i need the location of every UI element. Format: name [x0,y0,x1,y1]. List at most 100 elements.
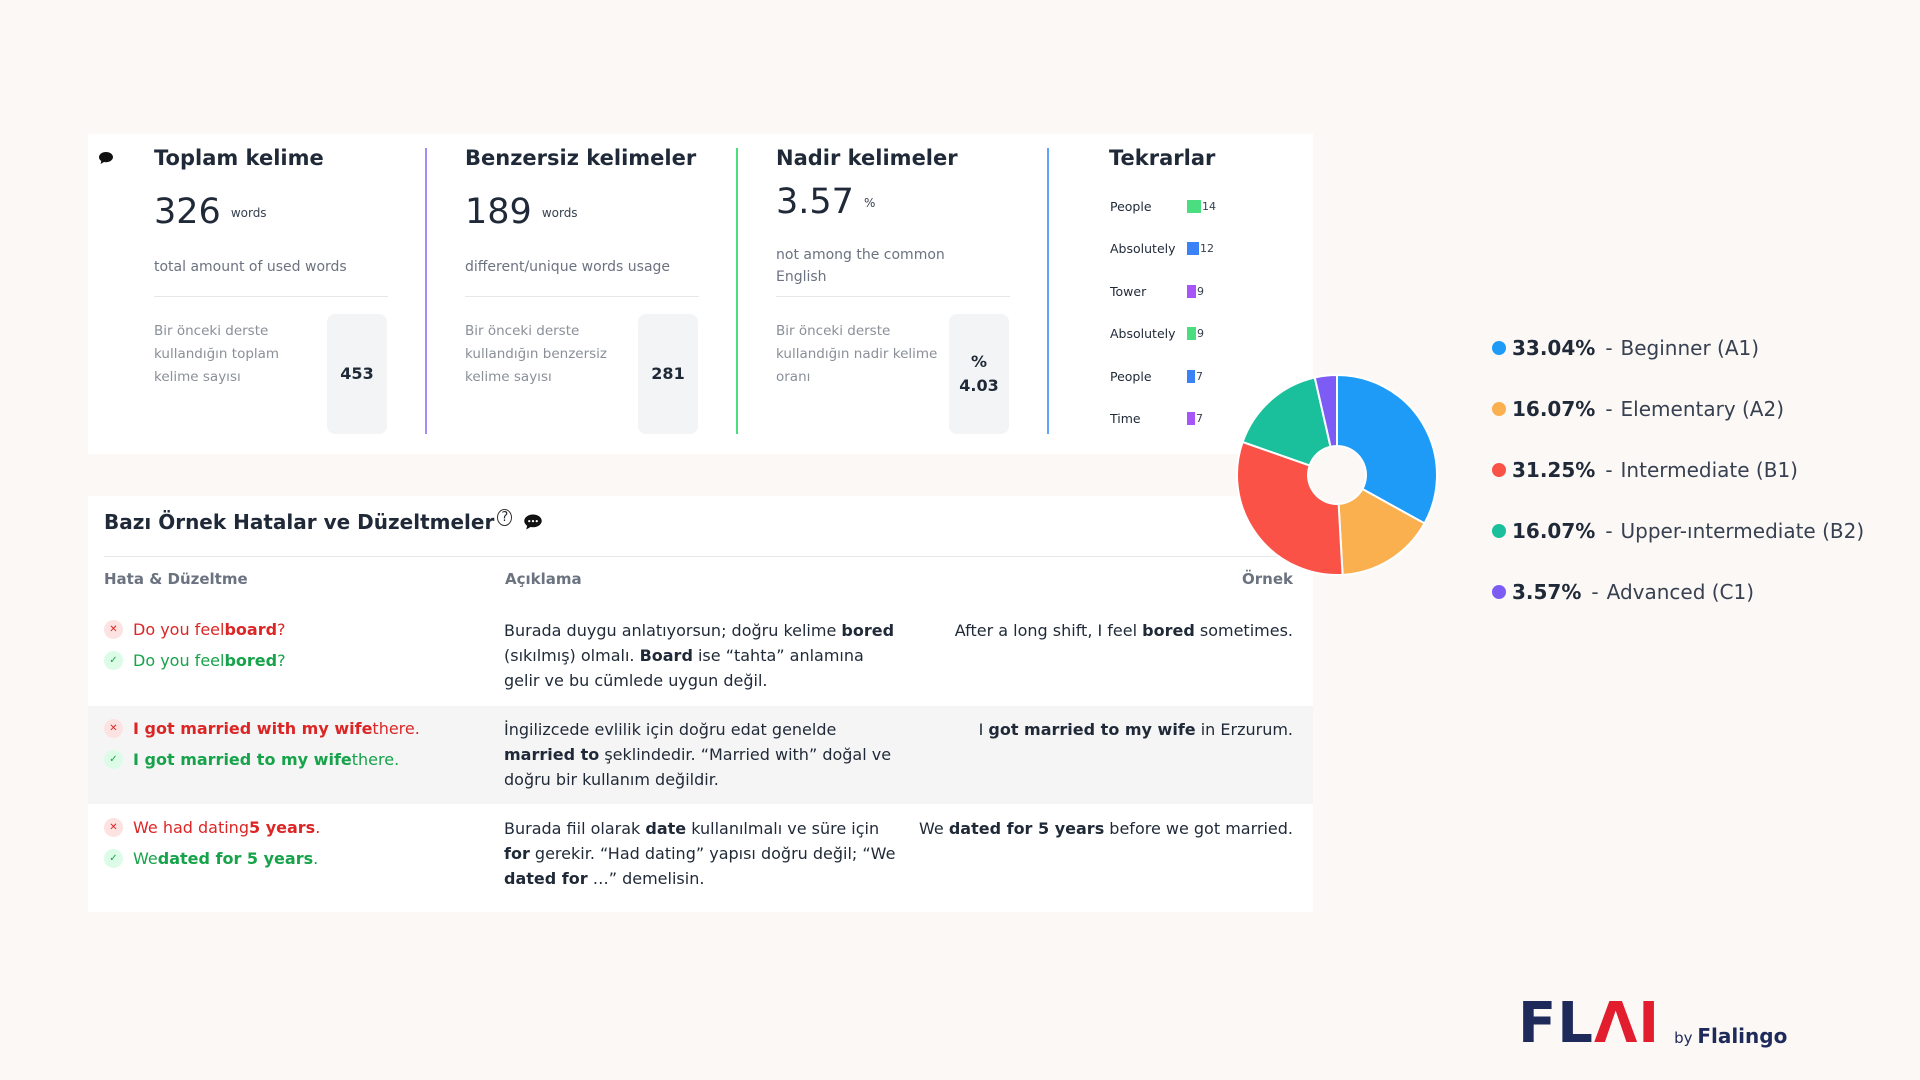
text-segment: Burada fiil olarak [504,819,646,838]
legend-label: Elementary (A2) [1620,397,1785,421]
legend-item: 33.04% - Beginner (A1) [1492,334,1759,362]
logo-byline: by Flalingo [1674,1024,1787,1048]
total-words-prev-value: 453 [340,364,374,383]
text-segment: Burada duygu anlatıyorsun; doğru kelime [504,621,842,640]
legend-dot [1492,341,1506,355]
legend-separator: - [1605,397,1613,421]
text-segment: Do you feel [133,619,225,639]
total-words-title: Toplam kelime [154,146,324,170]
unique-words-title: Benzersiz kelimeler [465,146,697,170]
legend-label: Beginner (A1) [1620,336,1760,360]
total-words-panel: Toplam kelime 326 words total amount of u… [154,134,398,454]
rare-words-number: 3.57 [776,182,854,222]
text-segment: married to [504,745,600,764]
repetition-bar [1187,284,1196,298]
rare-words-prev-label: Bir önceki derste kullandığın nadir keli… [776,323,938,385]
example-sentence: We dated for 5 years before we got marri… [913,816,1293,841]
repetition-word: People [1110,368,1152,384]
legend-label: Intermediate (B1) [1620,458,1798,482]
rare-words-unit: % [863,196,876,210]
text-segment: We [919,819,949,838]
rare-words-desc: not among the common English [776,247,945,285]
logo-brand: Flalingo [1697,1024,1788,1048]
logo-mark-lambda: Λ [1593,991,1639,1056]
unique-words-desc: different/unique words usage [465,259,671,275]
legend-dot [1492,463,1506,477]
unique-words-prev-box: 281 [638,314,698,434]
correct-sentence: ✓ I got married to my wife there. [104,748,399,770]
rare-words-panel: Nadir kelimeler 3.57% not among the comm… [776,134,1020,454]
table-row: ✕ We had dating 5 years. ✓ We dated for 5 y… [88,805,1313,903]
correct-sentence: ✓ We dated for 5 years. [104,847,318,869]
legend-item: 16.07% - Elementary (A2) [1492,395,1784,423]
text-segment: gerekir. “Had dating” yapısı doğru değil… [529,844,896,863]
text-segment: sometimes. [1194,621,1293,640]
repetitions-title: Tekrarlar [1109,146,1216,170]
check-icon: ✓ [104,650,123,670]
repetition-item: People 7 [1110,367,1203,385]
text-segment: ? [277,650,286,670]
cross-icon: ✕ [104,817,123,837]
repetition-count: 14 [1202,199,1216,213]
text-segment: I got married with my wife [133,718,373,738]
chat-bubble-icon[interactable] [523,512,543,536]
total-words-value: 326 words [154,192,267,232]
repetition-bar [1187,242,1199,255]
text-segment: After a long shift, I feel [954,621,1143,640]
total-words-prev-label: Bir önceki derste kullandığın toplam kel… [154,323,280,385]
repetition-item: Absolutely 12 [1110,240,1214,258]
chat-bubble-icon[interactable] [98,150,114,169]
text-segment: there. [372,718,420,738]
text-segment: . [315,817,321,837]
check-icon: ✓ [104,848,123,868]
legend-dot [1492,585,1506,599]
repetition-word: Absolutely [1110,241,1176,256]
unique-words-prev-label: Bir önceki derste kullandığın benzersiz … [465,323,608,385]
unique-words-number: 189 [465,192,532,232]
help-icon[interactable]: ? [497,509,513,527]
text-segment: in Erzurum. [1195,720,1293,739]
text-segment: dated for [504,869,588,888]
separator-blue [1047,148,1049,434]
text-segment: İngilizcede evlilik için doğru edat gene… [504,720,837,739]
example-sentence: I got married to my wife in Erzurum. [913,717,1293,742]
repetition-word: Tower [1110,283,1147,299]
rare-words-prev-box: % 4.03 [949,314,1009,434]
text-segment: dated for 5 years [948,819,1105,838]
logo-mark-fl: FL [1518,991,1594,1056]
text-segment: board [224,619,278,639]
explanation-text: Burada duygu anlatıyorsun; doğru kelime … [504,618,904,693]
text-segment: kullanılmalı ve süre için [686,819,880,838]
level-donut-chart [1236,373,1438,576]
table-row: ✕ Do you feel board? ✓ Do you feel bored? Bu… [88,607,1313,705]
text-segment: got married to my wife [988,720,1196,739]
total-words-prev-box: 453 [327,314,387,434]
logo-mark-i: I [1638,991,1661,1056]
wrong-sentence: ✕ We had dating 5 years. [104,816,320,838]
legend-percent: 16.07% [1512,397,1596,421]
text-segment: I got married to my wife [133,749,352,769]
total-words-desc: total amount of used words [154,259,347,275]
donut-slice [1236,440,1344,576]
repetition-item: Time 7 [1110,410,1203,428]
repetition-item: Absolutely 9 [1110,325,1204,343]
rare-words-value: 3.57% [776,182,875,222]
flai-logo: FLΛI by Flalingo [1518,996,1787,1052]
text-segment: date [645,819,687,838]
legend-percent: 33.04% [1512,336,1596,360]
text-segment: before we got married. [1104,819,1293,838]
repetition-count: 7 [1196,412,1203,425]
legend-dot [1492,402,1506,416]
errors-title: Bazı Örnek Hatalar ve Düzeltmeler? [104,509,543,536]
legend-separator: - [1605,519,1613,543]
divider [154,296,388,297]
text-segment: We [133,848,158,868]
legend-item: 3.57% - Advanced (C1) [1492,578,1754,606]
unique-words-unit: words [541,206,578,220]
separator-purple [425,148,427,434]
repetition-word: Time [1110,411,1141,426]
text-segment: for [504,844,530,863]
check-icon: ✓ [104,749,123,769]
repetition-count: 12 [1200,242,1214,255]
legend-percent: 31.25% [1512,458,1596,482]
